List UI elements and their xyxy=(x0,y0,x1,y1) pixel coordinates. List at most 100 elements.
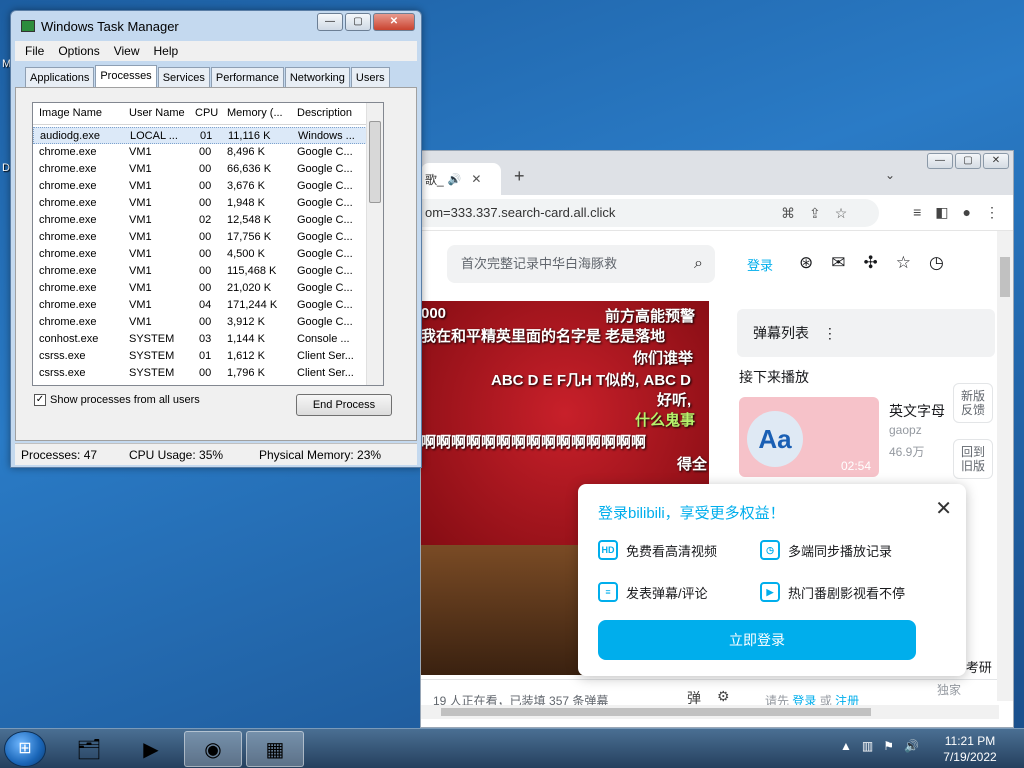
process-cpu: 00 xyxy=(199,367,212,379)
checkbox-box[interactable]: ✓ xyxy=(34,394,46,406)
clock[interactable]: 11:21 PM 7/19/2022 xyxy=(930,733,1010,765)
speaker-icon[interactable]: 🔊 xyxy=(448,173,462,186)
show-all-processes-checkbox[interactable]: ✓ Show processes from all users xyxy=(34,394,200,406)
old-version-button[interactable]: 回到 旧版 xyxy=(953,439,993,479)
menu-icon[interactable]: ⋮ xyxy=(985,204,999,221)
translate-icon[interactable]: ⌘ xyxy=(781,205,795,222)
column-description[interactable]: Description xyxy=(297,107,352,119)
tab-services[interactable]: Services xyxy=(157,67,210,87)
process-image-name: csrss.exe xyxy=(39,367,86,379)
scroll-thumb[interactable] xyxy=(441,708,871,716)
horizontal-scrollbar[interactable] xyxy=(421,705,999,719)
table-row[interactable]: chrome.exe VM1 00 3,912 K Google C... xyxy=(33,314,367,331)
login-now-button[interactable]: 立即登录 xyxy=(598,620,916,660)
menu-file[interactable]: File xyxy=(25,41,44,61)
task-manager-taskbar-icon[interactable]: ▦ xyxy=(246,731,304,767)
new-feedback-button[interactable]: 新版 反馈 xyxy=(953,383,993,423)
scroll-thumb[interactable] xyxy=(369,121,381,203)
danmaku-list-toggle[interactable]: 弹幕列表 ⋮ xyxy=(737,309,995,357)
favorite-star-icon[interactable]: ☆ xyxy=(896,253,911,273)
login-popup: 登录bilibili，享受更多权益！ ✕ HD 免费看高清视频 ◷ 多端同步播放… xyxy=(578,484,966,676)
close-icon[interactable]: ✕ xyxy=(935,496,952,521)
task-manager-icon xyxy=(21,20,35,32)
dynamic-icon[interactable]: ✣ xyxy=(864,253,878,273)
table-row[interactable]: csrss.exe SYSTEM 01 1,612 K Client Ser... xyxy=(33,348,367,365)
column-cpu[interactable]: CPU xyxy=(195,107,218,119)
side-panel-icon[interactable]: ◧ xyxy=(935,204,948,221)
menu-options[interactable]: Options xyxy=(58,41,99,61)
table-row[interactable]: chrome.exe VM1 00 4,500 K Google C... xyxy=(33,246,367,263)
video-duration: 02:54 xyxy=(840,459,871,473)
process-description: Google C... xyxy=(297,316,353,328)
scroll-thumb[interactable] xyxy=(1000,257,1010,297)
table-row[interactable]: chrome.exe VM1 00 3,676 K Google C... xyxy=(33,178,367,195)
login-link[interactable]: 登录 xyxy=(747,255,773,274)
checkbox-label: Show processes from all users xyxy=(50,394,200,406)
media-control-icon[interactable]: ≡ xyxy=(913,204,921,221)
column-image-name[interactable]: Image Name xyxy=(39,107,102,119)
process-description: Windows ... xyxy=(298,130,355,142)
process-memory: 3,676 K xyxy=(227,180,265,192)
process-cpu: 00 xyxy=(199,248,212,260)
table-row[interactable]: chrome.exe VM1 00 8,496 K Google C... xyxy=(33,144,367,161)
chrome-tab[interactable]: 歌_ 🔊 ✕ xyxy=(421,163,501,195)
bookmark-star-icon[interactable]: ☆ xyxy=(835,205,848,222)
bili-search-input[interactable]: 首次完整记录中华白海豚救 ⌕ xyxy=(447,245,715,283)
new-tab-button[interactable]: + xyxy=(514,166,525,187)
close-button[interactable]: ✕ xyxy=(983,153,1009,169)
video-thumbnail[interactable]: Aa 02:54 xyxy=(739,397,879,477)
search-icon[interactable]: ⌕ xyxy=(694,245,703,283)
tab-processes[interactable]: Processes xyxy=(95,65,157,87)
tab-users[interactable]: Users xyxy=(350,67,390,87)
start-button[interactable]: ⊞ xyxy=(4,731,46,767)
table-row[interactable]: audiodg.exe LOCAL ... 01 11,116 K Windows ..… xyxy=(33,127,367,144)
table-row[interactable]: chrome.exe VM1 00 1,948 K Google C... xyxy=(33,195,367,212)
tab-performance[interactable]: Performance xyxy=(210,67,284,87)
message-icon[interactable]: ✉ xyxy=(831,253,845,273)
process-list-scrollbar[interactable] xyxy=(366,103,383,385)
vip-icon[interactable]: ⊛ xyxy=(799,253,813,273)
share-icon[interactable]: ⇪ xyxy=(809,205,821,222)
network-icon[interactable]: ▥ xyxy=(862,739,873,753)
table-row[interactable]: chrome.exe VM1 02 12,548 K Google C... xyxy=(33,212,367,229)
show-hidden-icons[interactable]: ▲ xyxy=(840,739,852,753)
table-row[interactable]: chrome.exe VM1 00 21,020 K Google C... xyxy=(33,280,367,297)
table-row[interactable]: chrome.exe VM1 00 66,636 K Google C... xyxy=(33,161,367,178)
tab-close-icon[interactable]: ✕ xyxy=(471,172,481,186)
tab-networking[interactable]: Networking xyxy=(284,67,350,87)
minimize-button[interactable]: — xyxy=(927,153,953,169)
more-icon[interactable]: ⋮ xyxy=(823,325,837,341)
video-title[interactable]: 英文字母 xyxy=(889,401,945,421)
volume-icon[interactable]: 🔊 xyxy=(904,739,919,753)
chrome-taskbar-icon[interactable]: ◉ xyxy=(184,731,242,767)
history-clock-icon[interactable]: ◷ xyxy=(929,253,944,273)
close-button[interactable]: ✕ xyxy=(373,13,415,31)
table-row[interactable]: conhost.exe SYSTEM 03 1,144 K Console ... xyxy=(33,331,367,348)
process-image-name: conhost.exe xyxy=(39,333,99,345)
menu-view[interactable]: View xyxy=(114,41,140,61)
table-row[interactable]: csrss.exe SYSTEM 00 1,796 K Client Ser... xyxy=(33,365,367,382)
maximize-button[interactable]: ▢ xyxy=(345,13,371,31)
danmaku-settings-icon[interactable]: ⚙ xyxy=(717,688,730,705)
vertical-scrollbar[interactable] xyxy=(997,231,1013,701)
tab-applications[interactable]: Applications xyxy=(25,67,95,87)
explorer-taskbar-icon[interactable]: 🗂 xyxy=(60,731,118,767)
table-row[interactable]: chrome.exe VM1 04 171,244 K Google C... xyxy=(33,297,367,314)
title-bar[interactable]: Windows Task Manager xyxy=(21,15,179,37)
tab-search-icon[interactable]: ⌄ xyxy=(885,168,895,182)
maximize-button[interactable]: ▢ xyxy=(955,153,981,169)
process-description: Google C... xyxy=(297,248,353,260)
end-process-button[interactable]: End Process xyxy=(296,394,392,416)
table-row[interactable]: chrome.exe VM1 00 115,468 K Google C... xyxy=(33,263,367,280)
column-memory[interactable]: Memory (... xyxy=(227,107,283,119)
process-description: Client Ser... xyxy=(297,350,354,362)
minimize-button[interactable]: — xyxy=(317,13,343,31)
menu-help[interactable]: Help xyxy=(154,41,179,61)
profile-icon[interactable]: ● xyxy=(963,204,971,221)
action-center-icon[interactable]: ⚑ xyxy=(883,739,894,753)
uploader-name[interactable]: gaopz xyxy=(889,423,922,437)
column-user-name[interactable]: User Name xyxy=(129,107,185,119)
media-player-taskbar-icon[interactable]: ▶ xyxy=(122,731,180,767)
desktop-icon-label[interactable]: D xyxy=(2,162,10,174)
table-row[interactable]: chrome.exe VM1 00 17,756 K Google C... xyxy=(33,229,367,246)
